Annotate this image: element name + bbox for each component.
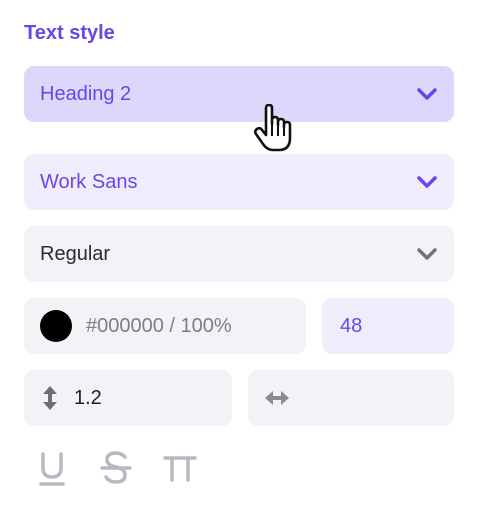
font-size-input[interactable]: 48 — [322, 298, 454, 354]
underline-button[interactable] — [38, 450, 66, 486]
underline-icon — [39, 452, 65, 486]
line-height-value: 1.2 — [74, 386, 102, 409]
text-case-button[interactable] — [163, 450, 197, 486]
font-weight-select[interactable]: Regular — [24, 226, 454, 282]
panel-title: Text style — [24, 22, 115, 44]
font-weight-value: Regular — [40, 242, 111, 265]
strikethrough-icon — [100, 451, 132, 484]
font-family-value: Work Sans — [40, 170, 138, 193]
chevron-down-icon — [417, 248, 437, 260]
hand-pointer-icon — [253, 104, 292, 152]
letter-spacing-input[interactable] — [248, 370, 454, 426]
line-height-input[interactable]: 1.2 — [24, 370, 232, 426]
text-style-select[interactable]: Heading 2 — [24, 66, 454, 122]
font-family-select[interactable]: Work Sans — [24, 154, 454, 210]
color-field[interactable]: #000000 / 100% — [24, 298, 306, 354]
text-style-value: Heading 2 — [40, 82, 132, 105]
color-value: #000000 / 100% — [86, 314, 232, 337]
chevron-down-icon — [417, 176, 437, 188]
vertical-resize-icon — [43, 386, 57, 410]
font-size-value: 48 — [340, 314, 363, 337]
strikethrough-button[interactable] — [100, 450, 132, 486]
chevron-down-icon — [417, 88, 437, 100]
text-case-icon — [163, 456, 197, 482]
color-swatch[interactable] — [40, 310, 72, 342]
horizontal-resize-icon — [265, 391, 289, 405]
